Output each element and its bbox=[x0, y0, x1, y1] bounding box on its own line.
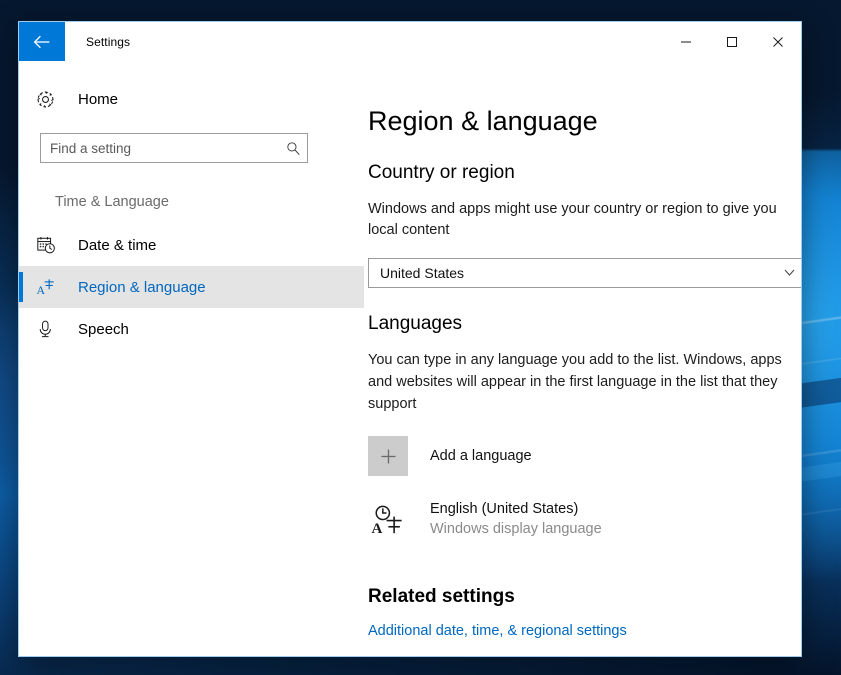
search-box[interactable] bbox=[40, 133, 308, 163]
microphone-icon bbox=[36, 319, 66, 339]
sidebar-category-label: Time & Language bbox=[55, 194, 169, 210]
languages-section-heading: Languages bbox=[368, 313, 463, 335]
sidebar: Home Time & Language bbox=[19, 61, 364, 656]
languages-description: You can type in any language you add to … bbox=[368, 352, 782, 412]
svg-text:A: A bbox=[36, 283, 45, 297]
sidebar-item-home-label: Home bbox=[78, 90, 119, 108]
window-controls bbox=[663, 22, 801, 61]
country-section-heading: Country or region bbox=[368, 161, 515, 183]
close-button[interactable] bbox=[755, 22, 801, 61]
calendar-clock-icon bbox=[36, 235, 66, 255]
sidebar-item-region-and-language[interactable]: A Region & language bbox=[19, 266, 364, 308]
language-region-icon: A bbox=[36, 277, 66, 297]
list-item[interactable]: A English (United States) Windows displa… bbox=[368, 497, 698, 542]
sidebar-item-speech-label: Speech bbox=[78, 320, 129, 338]
sidebar-item-region-and-language-label: Region & language bbox=[78, 278, 206, 296]
add-a-language-button[interactable]: Add a language bbox=[368, 436, 668, 477]
plus-icon bbox=[368, 436, 408, 477]
related-settings-heading: Related settings bbox=[368, 585, 515, 607]
close-icon bbox=[773, 36, 783, 47]
maximize-icon bbox=[727, 36, 737, 47]
minimize-button[interactable] bbox=[663, 22, 709, 61]
language-sublabel: Windows display language bbox=[430, 521, 602, 537]
language-name: English (United States) bbox=[430, 501, 579, 518]
sidebar-item-speech[interactable]: Speech bbox=[19, 308, 364, 350]
language-region-icon: A bbox=[368, 504, 408, 536]
back-button[interactable] bbox=[19, 22, 65, 61]
chevron-down-icon bbox=[784, 264, 795, 282]
country-selected-value: United States bbox=[380, 265, 465, 282]
add-a-language-label: Add a language bbox=[430, 448, 532, 465]
page-title: Region & language bbox=[368, 106, 598, 136]
search-input[interactable] bbox=[41, 134, 279, 162]
minimize-icon bbox=[681, 41, 691, 42]
sidebar-item-date-and-time-label: Date & time bbox=[78, 236, 157, 254]
main-content: Region & language Country or region Wind… bbox=[364, 61, 801, 656]
sidebar-item-home[interactable]: Home bbox=[19, 79, 364, 119]
country-or-region-dropdown[interactable]: United States bbox=[368, 258, 801, 289]
window-title: Settings bbox=[86, 34, 131, 49]
sidebar-item-date-and-time[interactable]: Date & time bbox=[19, 224, 364, 266]
maximize-button[interactable] bbox=[709, 22, 755, 61]
title-bar: Settings bbox=[19, 22, 801, 61]
window-body: Home Time & Language bbox=[19, 61, 801, 656]
svg-text:A: A bbox=[372, 521, 383, 536]
sidebar-nav-list: Date & time A Region & language Speech bbox=[19, 224, 364, 350]
additional-date-time-regional-settings-link[interactable]: Additional date, time, & regional settin… bbox=[368, 623, 627, 639]
back-arrow-icon bbox=[33, 35, 50, 48]
country-description: Windows and apps might use your country … bbox=[368, 200, 777, 239]
search-icon[interactable] bbox=[279, 141, 307, 156]
settings-window: Settings Home Find a setting Time & Lang… bbox=[18, 21, 802, 657]
gear-icon bbox=[36, 90, 66, 109]
language-entry-texts: English (United States) Windows display … bbox=[408, 500, 602, 539]
